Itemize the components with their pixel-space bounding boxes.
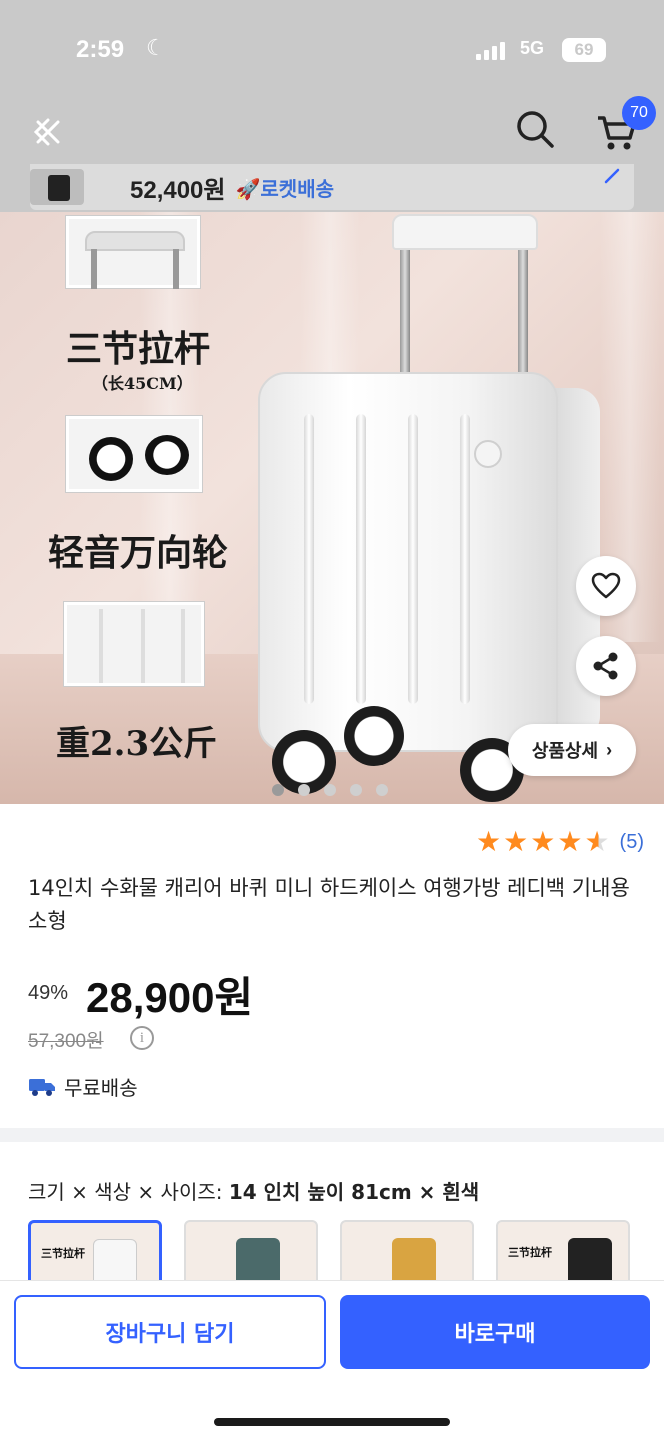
product-detail-button[interactable]: 상품상세 › bbox=[508, 724, 636, 776]
moon-icon: ☾ bbox=[146, 36, 166, 61]
star-icon: ★ bbox=[557, 825, 583, 858]
review-count[interactable]: (5) bbox=[620, 831, 644, 854]
carousel-dot bbox=[350, 784, 362, 796]
feature-handle-image bbox=[66, 216, 200, 289]
carousel-dot bbox=[272, 784, 284, 796]
section-divider bbox=[0, 1128, 664, 1142]
sale-price: 28,900원 bbox=[86, 974, 254, 1021]
chevron-right-icon: › bbox=[606, 739, 613, 760]
rating[interactable]: ★ ★ ★ ★ ★ (5) bbox=[476, 828, 644, 856]
suitcase-image bbox=[258, 372, 558, 752]
option-selected-value: 14 인치 높이 81cm × 흰색 bbox=[228, 1180, 480, 1204]
heart-icon bbox=[591, 572, 621, 599]
product-image-carousel[interactable]: 三节拉杆 （长45CM） 轻音万向轮 重2.3公斤 bbox=[0, 212, 664, 804]
shipping-info: 무료배송 bbox=[28, 1072, 138, 1101]
star-half-icon: ★ bbox=[584, 825, 610, 858]
star-icon: ★ bbox=[476, 825, 502, 858]
feature-weight-text: 重2.3公斤 bbox=[56, 724, 218, 764]
network-type: 5G bbox=[520, 38, 545, 58]
shipping-label: 무료배송 bbox=[64, 1076, 138, 1100]
feature-handle-subtext: （长45CM） bbox=[92, 374, 193, 393]
back-close-icon[interactable] bbox=[26, 110, 70, 154]
original-price: 57,300원 bbox=[28, 1031, 104, 1052]
sticky-product-thumbnail bbox=[30, 169, 84, 205]
favorite-button[interactable] bbox=[576, 556, 636, 616]
option-label-prefix: 크기 × 색상 × 사이즈: bbox=[28, 1180, 223, 1204]
cart-count-badge: 70 bbox=[622, 96, 656, 130]
option-thumb-text: 三节拉杆 bbox=[508, 1246, 552, 1259]
truck-icon bbox=[29, 1078, 55, 1096]
feature-material-image bbox=[64, 602, 204, 686]
feature-handle-text: 三节拉杆 bbox=[66, 328, 211, 370]
status-time: 2:59 bbox=[76, 36, 125, 63]
option-label: 크기 × 색상 × 사이즈: 14 인치 높이 81cm × 흰색 bbox=[28, 1176, 479, 1205]
suitcase-handle bbox=[392, 214, 538, 250]
signal-icon bbox=[476, 42, 505, 60]
search-icon[interactable] bbox=[512, 106, 558, 152]
feature-wheels-image bbox=[66, 416, 202, 492]
battery-indicator: 69 bbox=[562, 38, 606, 62]
carousel-dots bbox=[272, 784, 388, 796]
carousel-dot bbox=[298, 784, 310, 796]
share-button[interactable] bbox=[576, 636, 636, 696]
share-icon bbox=[593, 652, 618, 680]
info-icon[interactable]: i bbox=[130, 1026, 154, 1050]
product-detail-label: 상품상세 bbox=[531, 741, 599, 761]
feature-wheels-text: 轻音万向轮 bbox=[48, 532, 229, 574]
rocket-delivery-label: 로켓배송 bbox=[260, 178, 335, 201]
star-icon: ★ bbox=[530, 825, 556, 858]
buy-now-button[interactable]: 바로구매 bbox=[340, 1295, 650, 1369]
carousel-dot bbox=[376, 784, 388, 796]
home-indicator bbox=[214, 1418, 450, 1426]
discount-rate: 49% bbox=[28, 982, 69, 1004]
bottom-action-bar: 장바구니 담기 바로구매 bbox=[0, 1280, 664, 1440]
edit-icon[interactable] bbox=[602, 166, 622, 186]
rocket-delivery-badge: 🚀로켓배송 bbox=[235, 178, 335, 201]
option-thumb-text: 三节拉杆 bbox=[41, 1247, 85, 1260]
add-to-cart-button[interactable]: 장바구니 담기 bbox=[14, 1295, 326, 1369]
top-header: 2:59 ☾ 5G 69 70 52,400원 🚀로켓배송 bbox=[0, 0, 664, 212]
star-icon: ★ bbox=[503, 825, 529, 858]
sticky-price: 52,400원 bbox=[130, 176, 226, 204]
sticky-price-bar: 52,400원 🚀로켓배송 bbox=[30, 164, 634, 210]
product-title: 14인치 수화물 캐리어 바퀴 미니 하드케이스 여행가방 레디백 기내용 소형 bbox=[28, 876, 630, 933]
carousel-dot bbox=[324, 784, 336, 796]
